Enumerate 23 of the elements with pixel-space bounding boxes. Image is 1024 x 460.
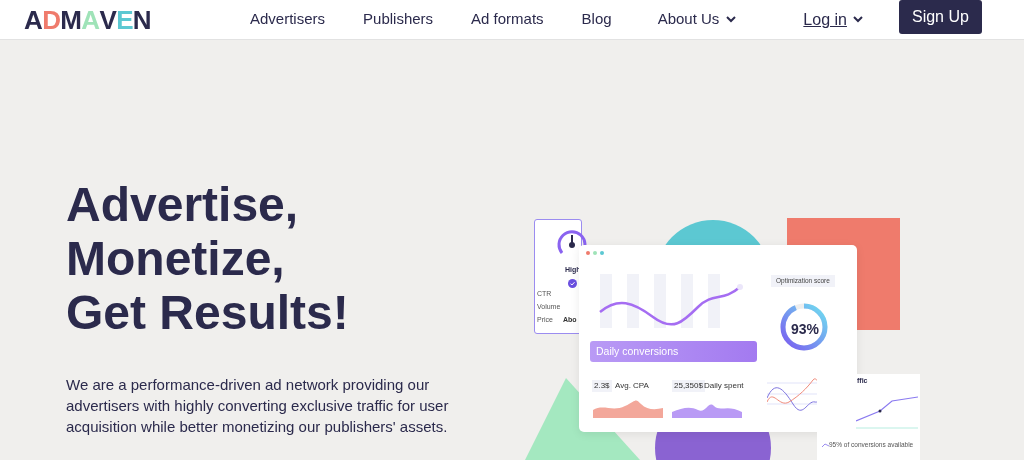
trend-chart-drawing xyxy=(856,395,918,431)
score-value: 93% xyxy=(791,320,820,339)
check-icon xyxy=(568,279,577,288)
stat-value: 2.3$ xyxy=(592,380,612,392)
headline: Monetize, xyxy=(66,232,285,286)
nav-link[interactable]: About Us xyxy=(657,8,737,31)
signup-button[interactable]: Sign Up xyxy=(898,0,982,34)
nav-link[interactable]: Blog xyxy=(581,8,612,31)
nav-link[interactable]: Ad formats xyxy=(471,8,544,31)
nav-link[interactable]: Publishers xyxy=(363,8,434,31)
window-dots-icon xyxy=(586,251,604,255)
area-chart-drawing xyxy=(593,398,663,418)
login-link[interactable]: Log in xyxy=(803,7,863,32)
headline: Advertise, xyxy=(66,178,299,232)
headline: Get Results! xyxy=(66,286,349,340)
stat-value: 25,350$ xyxy=(672,380,705,392)
chart-label: Daily conversions xyxy=(590,341,757,362)
hero-description: We are a performance-driven ad network providing our advertisers with highly converting exclusive traffic for user acquisition while better monetizing our publishers' assets. xyxy=(66,375,450,437)
logo[interactable]: ADMAVEN xyxy=(24,6,150,33)
stat-label: Daily spent xyxy=(704,380,744,392)
nav-link[interactable]: Advertisers xyxy=(250,8,326,31)
stat-label: Avg. CPA xyxy=(615,380,649,392)
caret-icon xyxy=(852,16,863,23)
